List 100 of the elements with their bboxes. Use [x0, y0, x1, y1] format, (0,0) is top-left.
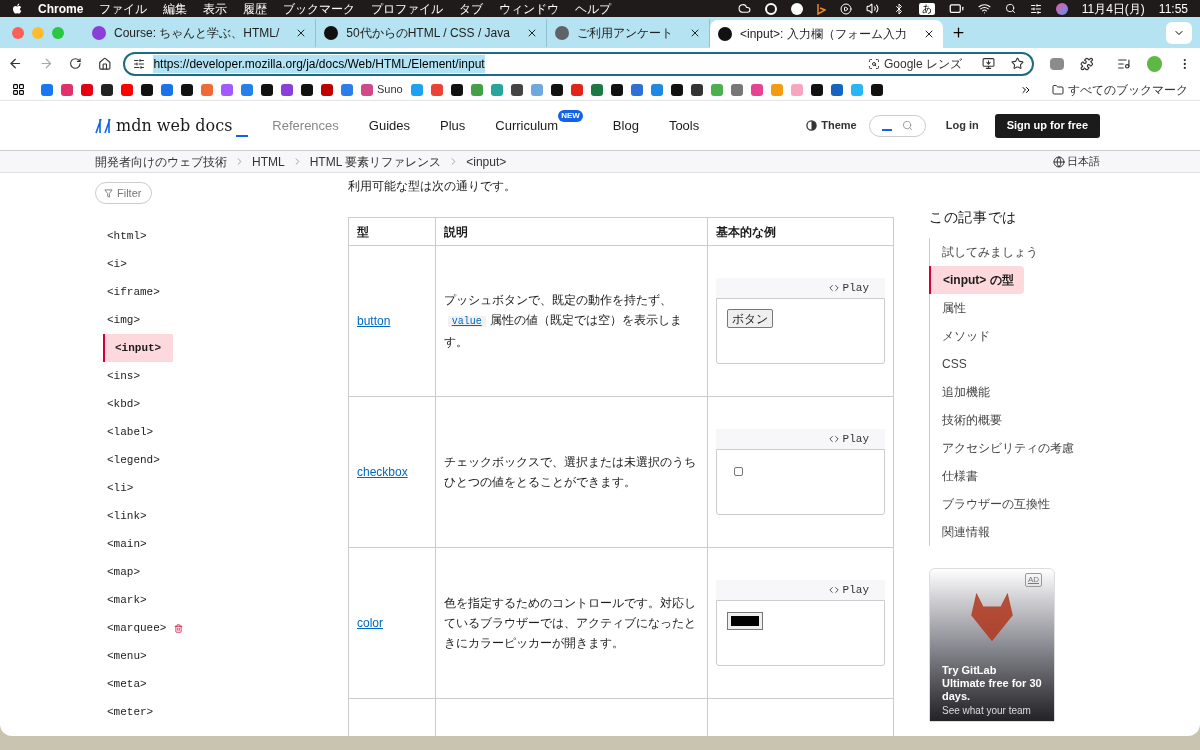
nav-link[interactable]: References: [272, 115, 339, 136]
apps-icon[interactable]: [12, 83, 25, 96]
bookmark-star-icon[interactable]: [1011, 57, 1024, 70]
input-method-indicator[interactable]: あ: [918, 2, 935, 15]
install-icon[interactable]: [982, 57, 995, 70]
bookmark-icon[interactable]: [610, 83, 623, 96]
toc-link[interactable]: メソッド: [930, 322, 1000, 350]
nav-link[interactable]: Curriculum: [495, 115, 559, 136]
toc-link[interactable]: 属性: [930, 294, 976, 322]
toc-link[interactable]: 追加機能: [930, 378, 1000, 406]
sidebar-item[interactable]: <html>: [95, 222, 147, 250]
home-icon[interactable]: [97, 56, 112, 71]
nav-link[interactable]: Guides: [368, 115, 411, 136]
browser-tab[interactable]: ご利用アンケート: [546, 18, 710, 47]
toc-link[interactable]: 技術的概要: [930, 406, 1012, 434]
sidebar-item[interactable]: <kbd>: [95, 390, 140, 418]
menu-item[interactable]: ウィンドウ: [499, 0, 560, 18]
sidebar-item[interactable]: <iframe>: [95, 278, 160, 306]
google-lens-chip[interactable]: Google レンズ: [867, 54, 962, 73]
sidebar-item[interactable]: <label>: [95, 418, 154, 446]
menu-item[interactable]: ブックマーク: [283, 0, 356, 18]
reload-icon[interactable]: [69, 57, 82, 70]
menu-item[interactable]: 履歴: [243, 0, 268, 18]
code-link[interactable]: value: [447, 316, 486, 327]
bookmark-icon[interactable]: [141, 83, 153, 96]
menu-item[interactable]: 表示: [203, 0, 228, 18]
language-selector[interactable]: 日本語: [1053, 153, 1100, 170]
sidebar-item[interactable]: <ins>: [95, 362, 140, 390]
toc-link[interactable]: ブラウザーの互換性: [930, 490, 1060, 518]
battery-icon[interactable]: [948, 1, 964, 16]
sidebar-item[interactable]: <menu>: [95, 642, 147, 670]
breadcrumb-link[interactable]: HTML: [252, 152, 285, 171]
toc-link[interactable]: CSS: [930, 350, 977, 378]
breadcrumb-link[interactable]: 開発者向けのウェブ技術: [95, 152, 227, 171]
sample-button[interactable]: ボタン: [727, 309, 773, 328]
toc-link[interactable]: <input> の型: [929, 266, 1024, 294]
bookmark-icon[interactable]: [690, 83, 703, 96]
bookmark-icon[interactable]: [101, 83, 113, 96]
all-bookmarks-folder[interactable]: すべてのブックマーク: [1052, 80, 1188, 99]
search-icon[interactable]: [1004, 3, 1016, 14]
breadcrumb-link[interactable]: <input>: [466, 152, 507, 171]
browser-tab[interactable]: Course: ちゃんと学ぶ、HTML/: [84, 18, 317, 47]
wifi-icon[interactable]: [977, 2, 991, 15]
bookmark-icon[interactable]: [261, 83, 273, 96]
sidebar-item[interactable]: <link>: [95, 502, 147, 530]
sample-color-picker[interactable]: [727, 612, 763, 630]
control-center-icon[interactable]: [1029, 2, 1042, 15]
back-icon[interactable]: [8, 56, 23, 71]
play-link[interactable]: Play: [828, 430, 869, 448]
sidebar-item[interactable]: <main>: [95, 530, 147, 558]
play-icon[interactable]: [839, 2, 852, 15]
sidebar-item[interactable]: <mark>: [95, 586, 147, 614]
tab-search-button[interactable]: [1166, 21, 1192, 44]
bookmark-icon[interactable]: [450, 83, 463, 96]
b-letter-icon[interactable]: [816, 2, 826, 15]
play-link[interactable]: Play: [828, 581, 869, 599]
browser-tab[interactable]: 50代からのHTML / CSS / Java: [316, 18, 547, 47]
bookmark-icon[interactable]: [301, 83, 313, 96]
sidebar-item[interactable]: <input>: [103, 334, 174, 362]
address-bar[interactable]: https://developer.mozilla.org/ja/docs/Web/HTML/Element/input Google レンズ: [123, 51, 1034, 76]
sidebar-item[interactable]: <map>: [95, 558, 140, 586]
bookmark-icon[interactable]: [550, 83, 563, 96]
new-tab-icon[interactable]: [950, 25, 966, 40]
menu-item[interactable]: ファイル: [99, 0, 148, 18]
bookmark-icon[interactable]: [870, 83, 883, 96]
sample-checkbox[interactable]: [734, 467, 743, 476]
volume-icon[interactable]: [865, 2, 879, 15]
cloud-icon[interactable]: [737, 2, 751, 15]
sidebar-item[interactable]: <meta>: [95, 670, 147, 698]
menu-item[interactable]: プロファイル: [371, 0, 444, 18]
bookmark-icon[interactable]: [670, 83, 683, 96]
bookmark-icon[interactable]: [321, 83, 333, 96]
menubar-time[interactable]: 11:55: [1158, 0, 1188, 18]
bookmark-icon[interactable]: [510, 83, 523, 96]
type-link[interactable]: color: [357, 614, 383, 632]
toc-link[interactable]: 試してみましょう: [930, 238, 1048, 266]
bookmark[interactable]: Suno: [361, 81, 403, 98]
bookmark-icon[interactable]: [181, 83, 193, 96]
toc-link[interactable]: アクセシビリティの考慮: [930, 434, 1084, 462]
menu-item[interactable]: ヘルプ: [575, 0, 612, 18]
play-link[interactable]: Play: [828, 279, 869, 297]
extensions-icon[interactable]: [1079, 56, 1094, 71]
nav-link[interactable]: Plus: [440, 115, 466, 136]
site-info-icon[interactable]: [133, 57, 146, 70]
apple-icon[interactable]: [12, 2, 22, 15]
breadcrumb-link[interactable]: HTML 要素リファレンス: [309, 152, 442, 171]
menu-item[interactable]: タブ: [459, 0, 484, 18]
toc-link[interactable]: 仕様書: [930, 462, 988, 490]
app-menu[interactable]: Chrome: [38, 0, 84, 18]
menu-item[interactable]: 編集: [163, 0, 188, 18]
browser-tab[interactable]: <input>: 入力欄（フォーム入力: [709, 20, 943, 48]
login-link[interactable]: Log in: [945, 117, 979, 134]
type-link[interactable]: checkbox: [357, 463, 408, 481]
nav-link[interactable]: Tools: [668, 115, 700, 136]
advertisement-card[interactable]: AD Try GitLab Ultimate free for 30 days. See what your team: [929, 568, 1055, 722]
siri-icon[interactable]: [1055, 2, 1068, 15]
bookmark-icon[interactable]: [810, 83, 823, 96]
nav-link[interactable]: Blog: [612, 115, 639, 136]
sidebar-item[interactable]: <marquee>: [95, 614, 184, 642]
media-icon[interactable]: [1117, 56, 1131, 71]
